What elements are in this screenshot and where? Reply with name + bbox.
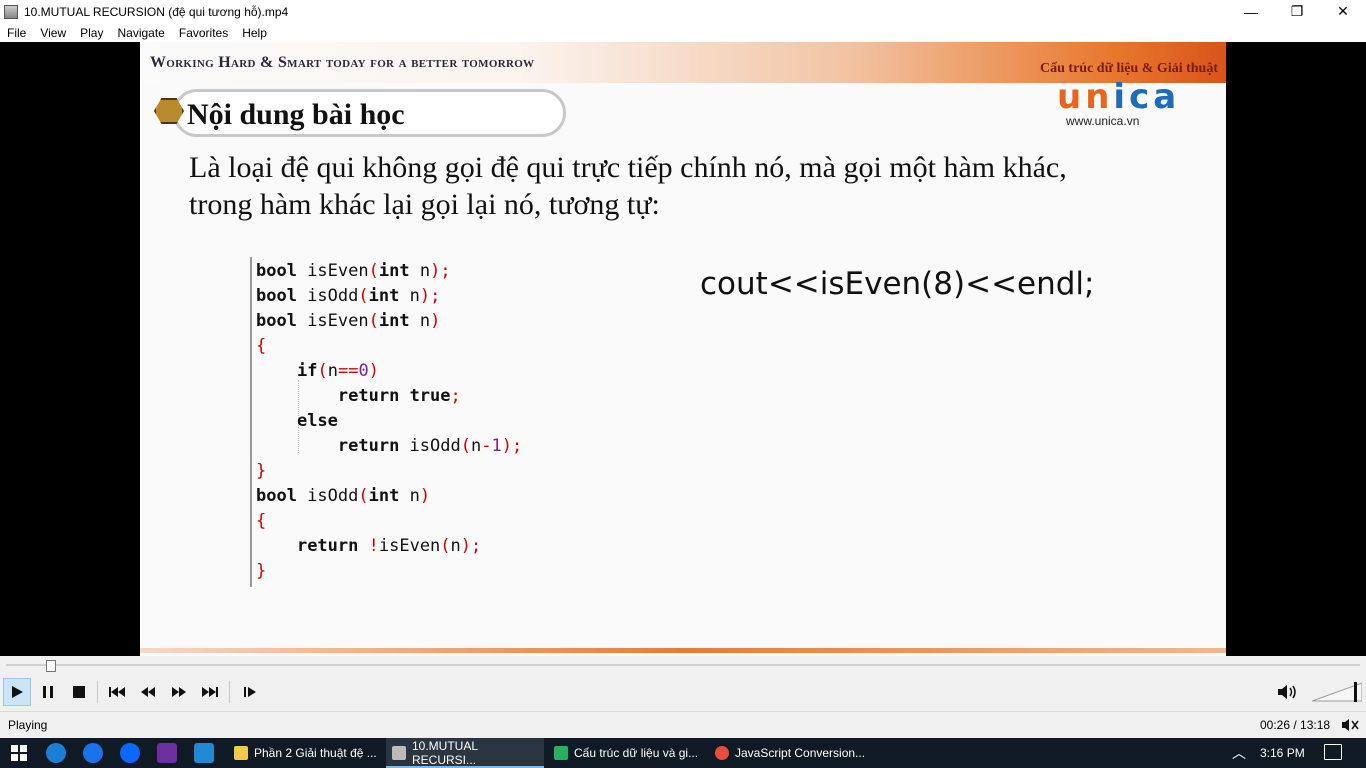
video-area[interactable]: Working Hard & Smart today for a better …	[0, 42, 1366, 656]
menu-favorites[interactable]: Favorites	[172, 26, 235, 40]
paragraph-line: Là loại đệ qui không gọi đệ qui trực tiế…	[189, 151, 1067, 184]
divider	[229, 681, 230, 703]
taskbar: Phần 2 Giải thuật đệ ... 10.MUTUAL RECUR…	[0, 738, 1366, 768]
task-label: Phần 2 Giải thuật đệ ...	[254, 746, 377, 760]
volume-thumb[interactable]	[1354, 682, 1357, 702]
taskbar-task-player[interactable]: 10.MUTUAL RECURSI...	[386, 738, 544, 768]
next-button[interactable]	[196, 678, 224, 706]
lecture-slide: Working Hard & Smart today for a better …	[140, 42, 1226, 656]
previous-button[interactable]	[103, 678, 131, 706]
menu-view[interactable]: View	[33, 26, 73, 40]
code-block: bool isEven(int n); bool isOdd(int n); boo…	[250, 257, 560, 587]
playback-status: Playing	[8, 718, 48, 732]
vscode-icon[interactable]	[194, 743, 214, 763]
stop-button[interactable]	[65, 678, 93, 706]
menu-file[interactable]: File	[0, 26, 33, 40]
code-line: else	[296, 411, 338, 431]
code-line: return true;	[337, 386, 461, 406]
play-button[interactable]	[3, 678, 31, 706]
taskbar-clock[interactable]: 3:16 PM	[1260, 746, 1305, 760]
code-line: bool isOdd(int n);	[256, 286, 441, 306]
slide-bottom-bar	[140, 648, 1226, 653]
close-button[interactable]: ✕	[1320, 0, 1366, 23]
code-line: if(n==0)	[296, 361, 379, 381]
skip-back-icon	[109, 687, 125, 697]
menu-navigate[interactable]: Navigate	[110, 26, 171, 40]
rewind-button[interactable]	[134, 678, 162, 706]
frame-step-icon	[244, 687, 256, 697]
chrome-icon	[715, 746, 729, 760]
notification-icon[interactable]	[1324, 744, 1342, 760]
slide-slogan: Working Hard & Smart today for a better …	[150, 54, 535, 71]
code-line: return isOdd(n-1);	[337, 436, 523, 456]
edge-icon[interactable]	[46, 743, 66, 763]
paragraph-line: trong hàm khác lại gọi lại nó, tương tự:	[189, 188, 660, 221]
taskbar-task-explorer[interactable]: Phần 2 Giải thuật đệ ...	[228, 738, 384, 768]
minimize-button[interactable]: —	[1228, 0, 1274, 23]
pause-button[interactable]	[34, 678, 62, 706]
code-line: return !isEven(n);	[296, 536, 482, 556]
seek-thumb[interactable]	[46, 660, 56, 672]
code-line: bool isEven(int n);	[256, 261, 451, 281]
taskbar-task-chrome[interactable]: JavaScript Conversion...	[709, 738, 867, 768]
menu-bar: File View Play Navigate Favorites Help	[0, 23, 1366, 42]
slide-paragraph: Là loại đệ qui không gọi đệ qui trực tiế…	[189, 149, 1209, 223]
maps-icon[interactable]	[83, 743, 103, 763]
slide-heading: Nội dung bài học	[187, 98, 405, 131]
pause-icon	[43, 686, 53, 698]
divider	[97, 681, 98, 703]
logo-text-part2: ica	[1113, 77, 1181, 117]
cout-statement: cout<<isEven(8)<<endl;	[700, 266, 1095, 302]
seek-track[interactable]	[6, 664, 1360, 666]
mute-button[interactable]	[1274, 678, 1302, 706]
code-line: }	[256, 561, 267, 581]
visual-studio-icon[interactable]	[157, 743, 177, 763]
volume-slider[interactable]	[1312, 682, 1362, 702]
media-player-icon	[392, 746, 406, 760]
unica-logo: unica	[1057, 80, 1180, 114]
status-bar: Playing 00:26 / 13:18	[0, 711, 1366, 738]
window-title: 10.MUTUAL RECURSION (đệ qui tương hỗ).mp…	[24, 4, 289, 19]
playback-time: 00:26 / 13:18	[1260, 718, 1331, 732]
window-controls: — ❐ ✕	[1228, 0, 1366, 23]
audio-status-icon	[1342, 719, 1359, 731]
code-line: {	[256, 336, 267, 356]
code-line: }	[256, 461, 267, 481]
slide-website: www.unica.vn	[1066, 114, 1140, 128]
fast-forward-icon	[172, 687, 186, 697]
fast-forward-button[interactable]	[165, 678, 193, 706]
editor-icon	[554, 746, 568, 760]
skip-forward-icon	[202, 687, 218, 697]
task-label: JavaScript Conversion...	[735, 746, 866, 760]
start-button[interactable]	[0, 738, 38, 768]
task-label: Cấu trúc dữ liệu và gi...	[574, 746, 699, 760]
window-titlebar: 10.MUTUAL RECURSION (đệ qui tương hỗ).mp…	[0, 0, 1366, 23]
stop-icon	[73, 686, 85, 698]
play-icon	[12, 686, 23, 698]
code-line: {	[256, 511, 267, 531]
rewind-icon	[141, 687, 155, 697]
frame-step-button[interactable]	[236, 678, 264, 706]
slide-subject: Cấu trúc dữ liệu & Giải thuật	[1040, 61, 1218, 76]
playback-controls	[0, 675, 1366, 711]
menu-help[interactable]: Help	[235, 26, 274, 40]
task-label: 10.MUTUAL RECURSI...	[412, 739, 478, 767]
windows-icon	[11, 745, 27, 761]
taskbar-task-editor[interactable]: Cấu trúc dữ liệu và gi...	[548, 738, 706, 768]
code-line: bool isOdd(int n)	[256, 486, 431, 506]
maximize-button[interactable]: ❐	[1274, 0, 1320, 23]
logo-text-part1: un	[1057, 77, 1114, 117]
code-line: bool isEven(int n)	[256, 311, 441, 331]
chevron-up-icon[interactable]: ︿	[1232, 743, 1246, 763]
app-icon	[4, 4, 18, 19]
folder-icon	[234, 746, 248, 760]
menu-play[interactable]: Play	[73, 26, 110, 40]
speaker-icon	[1278, 685, 1296, 699]
seek-bar[interactable]	[0, 656, 1366, 675]
zalo-icon[interactable]	[120, 743, 140, 763]
